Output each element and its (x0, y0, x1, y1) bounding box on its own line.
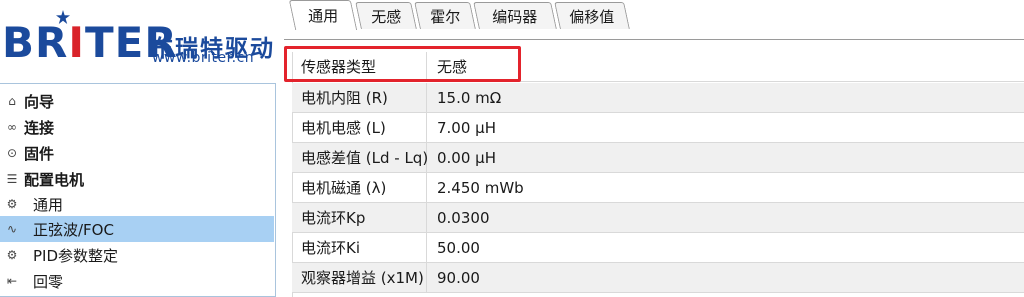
tab-offset[interactable]: 偏移值 (554, 2, 630, 29)
tab-encoder[interactable]: 编码器 (473, 2, 557, 29)
sidebar-item-motor-config[interactable]: ☰ 配置电机 (0, 166, 274, 192)
property-key: 电流环Ki (292, 233, 427, 262)
firmware-icon: ⊙ (6, 146, 18, 160)
settings-sliders-icon: ☰ (6, 172, 18, 186)
sidebar-item-homing[interactable]: ⇤ 回零 (0, 268, 274, 294)
property-value[interactable]: 15.0 mΩ (427, 83, 501, 112)
link-icon: ∞ (7, 120, 17, 134)
tab-general[interactable]: 通用 (288, 0, 358, 30)
property-key: 观察器增益 (x1M) (292, 263, 427, 292)
sidebar-item-label: 配置电机 (24, 170, 85, 189)
sidebar-item-label: 正弦波/FOC (33, 220, 114, 239)
sidebar-item-label: 回零 (33, 272, 64, 291)
sidebar-item-pid-tuning[interactable]: ⚙ PID参数整定 (0, 242, 274, 268)
property-row-observer-gain[interactable]: 观察器增益 (x1M) 90.00 (292, 263, 1024, 293)
property-row-current-ki[interactable]: 电流环Ki 50.00 (292, 233, 1024, 263)
property-row-current-kp[interactable]: 电流环Kp 0.0300 (292, 203, 1024, 233)
highlight-box (284, 46, 521, 82)
property-row-inductance-diff[interactable]: 电感差值 (Ld - Lq) 0.00 µH (292, 143, 1024, 173)
property-row-inductance[interactable]: 电机电感 (L) 7.00 µH (292, 113, 1024, 143)
sidebar-item-wizard[interactable]: ⌂ 向导 (0, 88, 274, 114)
sidebar-item-label: 通用 (33, 195, 64, 214)
property-value[interactable]: 0.0300 (427, 203, 490, 232)
property-key: 电机磁通 (λ) (292, 173, 427, 202)
sidebar-nav: ⌂ 向导 ∞ 连接 ⊙ 固件 ☰ 配置电机 ⚙ 通用 ∿ 正弦波/FOC ⚙ P… (0, 83, 276, 297)
property-key: 电机电感 (L) (292, 113, 427, 142)
sidebar-item-label: 固件 (24, 144, 55, 163)
property-key: 电机内阻 (R) (292, 83, 427, 112)
property-value[interactable]: 2.450 mWb (427, 173, 524, 202)
tab-sensorless[interactable]: 无感 (355, 2, 417, 29)
property-value[interactable]: 50.00 (427, 233, 480, 262)
briter-logo: BRITER 布瑞特驱动 www.briter.cn (0, 0, 280, 80)
logo-url: www.briter.cn (152, 50, 255, 66)
property-value[interactable]: 7.00 µH (427, 113, 496, 142)
tab-hall[interactable]: 霍尔 (414, 2, 476, 29)
gear-icon: ⚙ (6, 197, 18, 211)
sine-wave-icon: ∿ (6, 222, 18, 236)
property-value[interactable]: 0.00 µH (427, 143, 496, 172)
sidebar-item-label: PID参数整定 (33, 246, 119, 265)
property-value[interactable]: 90.00 (427, 263, 480, 292)
sidebar-item-label: 连接 (24, 118, 55, 137)
property-row-flux-linkage[interactable]: 电机磁通 (λ) 2.450 mWb (292, 173, 1024, 203)
sidebar-item-general[interactable]: ⚙ 通用 (0, 191, 274, 217)
sidebar-item-foc[interactable]: ∿ 正弦波/FOC (0, 216, 274, 242)
sidebar-item-connect[interactable]: ∞ 连接 (0, 114, 274, 140)
sidebar-item-label: 向导 (24, 92, 55, 111)
return-zero-icon: ⇤ (6, 274, 18, 288)
tuning-icon: ⚙ (6, 248, 18, 262)
tab-bar-baseline (284, 39, 1024, 40)
property-row-resistance[interactable]: 电机内阻 (R) 15.0 mΩ (292, 83, 1024, 113)
sidebar-item-firmware[interactable]: ⊙ 固件 (0, 140, 274, 166)
property-key: 电感差值 (Ld - Lq) (292, 143, 428, 172)
property-key: 电流环Kp (292, 203, 427, 232)
home-icon: ⌂ (8, 94, 16, 108)
